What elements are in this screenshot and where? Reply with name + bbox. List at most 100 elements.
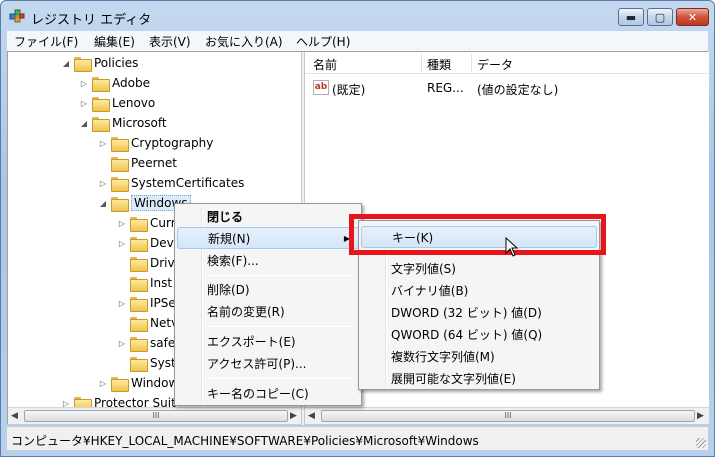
status-bar: コンピュータ¥HKEY_LOCAL_MACHINE¥SOFTWARE¥Polic… — [7, 426, 708, 450]
submenu-item-string[interactable]: 文字列値(S) — [361, 257, 597, 279]
tree-item-label: Driv — [150, 256, 175, 270]
tree-item-microsoft[interactable]: ◢ Microsoft — [78, 113, 167, 133]
scroll-thumb[interactable]: III — [321, 410, 695, 422]
folder-icon — [130, 256, 148, 272]
expand-icon[interactable]: ▷ — [97, 179, 109, 188]
tree-item-driv[interactable]: Driv — [116, 253, 175, 273]
expand-icon[interactable]: ▷ — [97, 379, 109, 388]
expand-icon[interactable]: ▷ — [116, 219, 128, 228]
menu-edit[interactable]: 編集(E) — [94, 33, 135, 50]
context-menu: 閉じる 新規(N) ▶ 検索(F)... 削除(D) 名前の変更(R) エクスポー… — [174, 203, 362, 406]
list-header: 名前 種類 データ — [305, 52, 709, 74]
list-row-default[interactable]: ab (既定) REG... (値の設定なし) — [305, 78, 709, 98]
tree-item-peernet[interactable]: Peernet — [97, 153, 177, 173]
collapse-icon[interactable]: ◢ — [78, 119, 90, 128]
tree-item-label: Cryptography — [131, 136, 214, 150]
submenu-item-label: 複数行文字列値(M) — [391, 349, 495, 364]
menu-view[interactable]: 表示(V) — [149, 33, 191, 50]
tree-item-label: Window — [131, 376, 179, 390]
tree-item-curr[interactable]: ▷ Curr — [116, 213, 176, 233]
tree-item-label: Lenovo — [112, 96, 156, 110]
submenu-item-dword[interactable]: DWORD (32 ビット) 値(D) — [361, 301, 597, 323]
tree-item-windows-2[interactable]: ▷ Window — [97, 373, 178, 393]
status-path: コンピュータ¥HKEY_LOCAL_MACHINE¥SOFTWARE¥Polic… — [11, 434, 479, 448]
maximize-icon: ▢ — [654, 10, 666, 24]
column-divider[interactable] — [421, 54, 422, 72]
tree-item-ipse[interactable]: ▷ IPSe — [116, 293, 176, 313]
ctx-item-label: エクスポート(E) — [207, 334, 296, 349]
column-divider[interactable] — [471, 54, 472, 72]
folder-icon — [92, 76, 110, 92]
tree-item-adobe[interactable]: ▷ Adobe — [78, 73, 150, 93]
expand-icon[interactable]: ▷ — [78, 99, 90, 108]
folder-icon — [74, 56, 92, 72]
menu-file[interactable]: ファイル(F) — [14, 33, 78, 50]
ctx-item-label: キー名のコピー(C) — [207, 386, 309, 401]
ctx-item-new[interactable]: 新規(N) ▶ — [177, 227, 359, 249]
scroll-right-icon[interactable]: ▶ — [697, 411, 704, 421]
ctx-item-delete[interactable]: 削除(D) — [177, 278, 359, 300]
tree-item-policies[interactable]: ◢ Policies — [60, 53, 138, 73]
ctx-item-close[interactable]: 閉じる — [177, 205, 359, 227]
tree-item-label: safe — [150, 336, 176, 350]
submenu-item-label: 展開可能な文字列値(E) — [391, 371, 516, 386]
expand-icon[interactable]: ▷ — [97, 139, 109, 148]
tree-horizontal-scrollbar[interactable]: ◀ III ▶ — [8, 407, 301, 424]
submenu-item-multi-string[interactable]: 複数行文字列値(M) — [361, 345, 597, 367]
ctx-item-find[interactable]: 検索(F)... — [177, 249, 359, 271]
expand-icon[interactable]: ▷ — [116, 239, 128, 248]
resize-grip-icon[interactable] — [696, 438, 706, 448]
ctx-item-permissions[interactable]: アクセス許可(P)... — [177, 352, 359, 374]
collapse-icon[interactable]: ◢ — [97, 199, 109, 208]
collapse-icon[interactable]: ◢ — [60, 59, 72, 68]
folder-icon — [130, 216, 148, 232]
ctx-item-rename[interactable]: 名前の変更(R) — [177, 300, 359, 322]
scroll-right-icon[interactable]: ▶ — [290, 411, 297, 421]
menu-favorites[interactable]: お気に入り(A) — [205, 33, 283, 50]
expand-icon[interactable]: ▷ — [78, 79, 90, 88]
ctx-item-copy-key-name[interactable]: キー名のコピー(C) — [177, 382, 359, 404]
submenu-item-expandable-string[interactable]: 展開可能な文字列値(E) — [361, 367, 597, 389]
close-button[interactable]: ✕ — [676, 8, 709, 26]
list-horizontal-scrollbar[interactable]: ◀ III ▶ — [305, 407, 709, 424]
tree-item-label: SystemCertificates — [131, 176, 245, 190]
submenu-item-binary[interactable]: バイナリ値(B) — [361, 279, 597, 301]
close-icon: ✕ — [687, 10, 698, 24]
tree-item-label: Policies — [94, 56, 139, 70]
column-name[interactable]: 名前 — [313, 56, 337, 73]
registry-editor-icon — [9, 9, 25, 23]
folder-icon — [74, 396, 92, 407]
tree-item-netv[interactable]: Netv — [116, 313, 178, 333]
scroll-left-icon[interactable]: ◀ — [11, 411, 18, 421]
tree-item-protector-suite[interactable]: ▷ Protector Suit — [60, 393, 176, 407]
tree-item-inst[interactable]: Inst — [116, 273, 172, 293]
maximize-button[interactable]: ▢ — [647, 8, 673, 26]
minimize-button[interactable]: ▬ — [618, 8, 644, 26]
folder-icon — [130, 296, 148, 312]
tree-item-dev[interactable]: ▷ Dev — [116, 233, 174, 253]
tree-item-label: Curr — [150, 216, 176, 230]
submenu-item-label: DWORD (32 ビット) 値(D) — [391, 305, 542, 320]
value-name: (既定) — [332, 83, 366, 97]
scroll-thumb[interactable]: III — [24, 410, 288, 422]
submenu-item-qword[interactable]: QWORD (64 ビット) 値(Q) — [361, 323, 597, 345]
menu-help[interactable]: ヘルプ(H) — [296, 33, 350, 50]
folder-icon — [130, 336, 148, 352]
expand-icon[interactable]: ▷ — [116, 299, 128, 308]
tree-item-label: IPSe — [150, 296, 176, 310]
title-bar[interactable]: レジストリ エディタ ▬ ▢ ✕ — [1, 1, 714, 31]
ctx-item-export[interactable]: エクスポート(E) — [177, 330, 359, 352]
expand-icon[interactable]: ▷ — [116, 339, 128, 348]
ctx-item-label: 閉じる — [207, 209, 244, 224]
value-data: (値の設定なし) — [477, 83, 559, 97]
tree-item-systemcertificates[interactable]: ▷ SystemCertificates — [97, 173, 244, 193]
tree-item-safe[interactable]: ▷ safe — [116, 333, 175, 353]
scroll-left-icon[interactable]: ◀ — [308, 411, 315, 421]
expand-icon[interactable]: ▷ — [60, 399, 72, 408]
tree-item-cryptography[interactable]: ▷ Cryptography — [97, 133, 213, 153]
tree-item-lenovo[interactable]: ▷ Lenovo — [78, 93, 155, 113]
column-type[interactable]: 種類 — [427, 56, 451, 73]
tree-item-syst[interactable]: Syst — [116, 353, 176, 373]
tree-item-label: Adobe — [112, 76, 150, 90]
column-data[interactable]: データ — [477, 56, 513, 73]
